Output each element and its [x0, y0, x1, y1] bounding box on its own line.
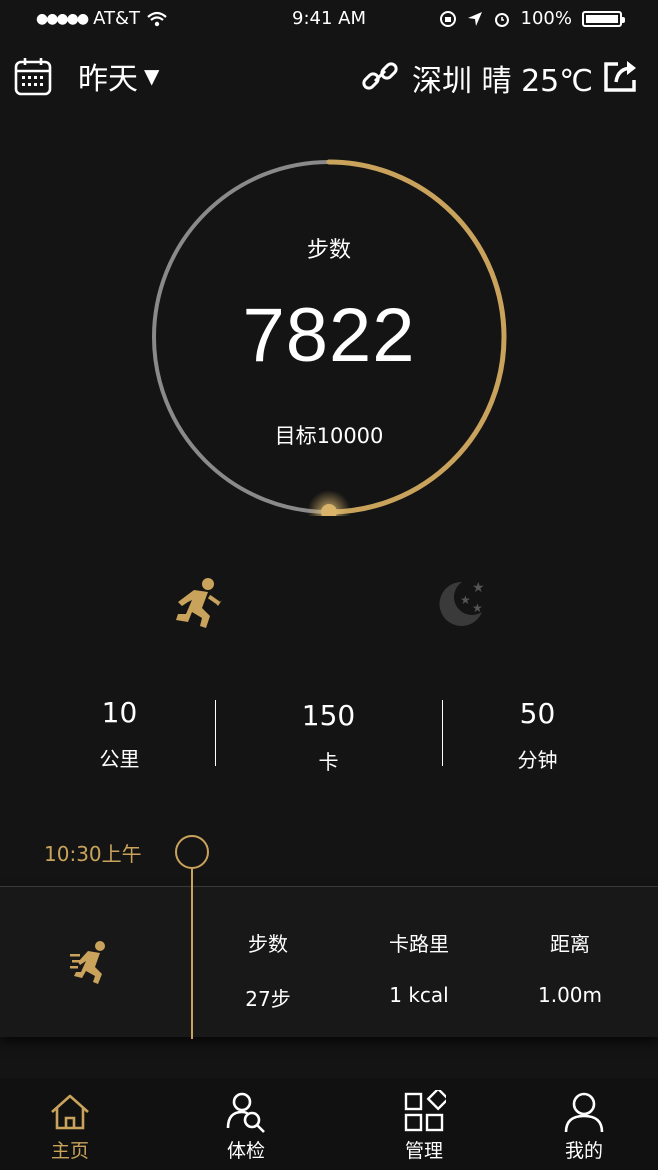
- timeline-time: 10:30上午: [44, 842, 142, 866]
- header: 昨天 ▼ 深圳 晴 25℃: [0, 50, 658, 106]
- battery-icon: [582, 10, 625, 27]
- stat-unit: 公里: [99, 747, 140, 771]
- tab-home[interactable]: 主页: [0, 1090, 152, 1163]
- steps-value: 7822: [242, 293, 416, 378]
- stat-unit: 分钟: [517, 748, 558, 772]
- steps-label: 步数: [306, 238, 351, 263]
- profile-icon: [564, 1092, 604, 1133]
- svg-text:★: ★: [460, 593, 471, 607]
- stat-distance: 10 公里: [10, 696, 229, 772]
- home-icon: [51, 1094, 89, 1130]
- stat-value: 10: [101, 696, 138, 729]
- metric-title: 步数: [248, 932, 288, 956]
- tab-manage[interactable]: 管理: [342, 1090, 506, 1163]
- stat-value: 50: [519, 697, 556, 730]
- tab-label: 体检: [226, 1140, 265, 1162]
- temperature: 25℃: [521, 64, 593, 99]
- svg-text:★: ★: [472, 601, 483, 615]
- tab-checkup[interactable]: 体检: [164, 1090, 328, 1163]
- status-right: 100%: [439, 8, 625, 29]
- running-icon[interactable]: [174, 576, 224, 630]
- svg-text:★: ★: [472, 580, 485, 596]
- rotation-lock-icon: [439, 10, 456, 27]
- tab-profile[interactable]: 我的: [502, 1090, 658, 1163]
- caret-down-icon: ▼: [144, 64, 160, 88]
- calendar-icon[interactable]: [14, 56, 52, 96]
- manage-icon: [404, 1090, 446, 1132]
- day-selector[interactable]: 昨天 ▼: [78, 54, 159, 98]
- metric-value: 1.00m: [537, 983, 602, 1007]
- sleep-icon[interactable]: ★ ★ ★: [432, 576, 486, 630]
- day-label: 昨天: [78, 62, 138, 97]
- metric-title: 距离: [550, 932, 590, 956]
- metric-calories: 卡路里 1 kcal: [339, 928, 499, 1007]
- checkup-icon: [226, 1092, 265, 1133]
- metric-value: 1 kcal: [389, 983, 449, 1007]
- share-icon[interactable]: [602, 58, 640, 94]
- activity-running-icon: [70, 941, 105, 984]
- status-bar: ●●●●● AT&T 9:41 AM 100%: [0, 0, 658, 36]
- metric-title: 卡路里: [389, 932, 449, 956]
- timeline-divider: [0, 886, 658, 887]
- timeline-node: [175, 835, 209, 869]
- stat-divider: [215, 700, 216, 766]
- alarm-icon: [494, 12, 509, 27]
- tab-label: 管理: [404, 1140, 443, 1162]
- tab-label: 我的: [564, 1140, 603, 1162]
- weather-info: 深圳 晴 25℃: [412, 56, 593, 100]
- city: 深圳: [412, 64, 472, 99]
- battery-percent: 100%: [520, 8, 572, 29]
- stat-unit: 卡: [318, 750, 339, 774]
- metric-distance: 距离 1.00m: [490, 928, 650, 1007]
- link-icon[interactable]: [360, 56, 400, 96]
- stat-duration: 50 分钟: [428, 697, 647, 773]
- metric-value: 27步: [245, 987, 291, 1011]
- stat-value: 150: [301, 699, 356, 732]
- weather-condition: 晴: [481, 64, 512, 99]
- steps-goal: 目标10000: [274, 424, 384, 448]
- location-icon: [467, 11, 482, 26]
- stat-calories: 150 卡: [219, 699, 438, 775]
- tab-label: 主页: [50, 1140, 89, 1162]
- metric-steps: 步数 27步: [188, 928, 348, 1012]
